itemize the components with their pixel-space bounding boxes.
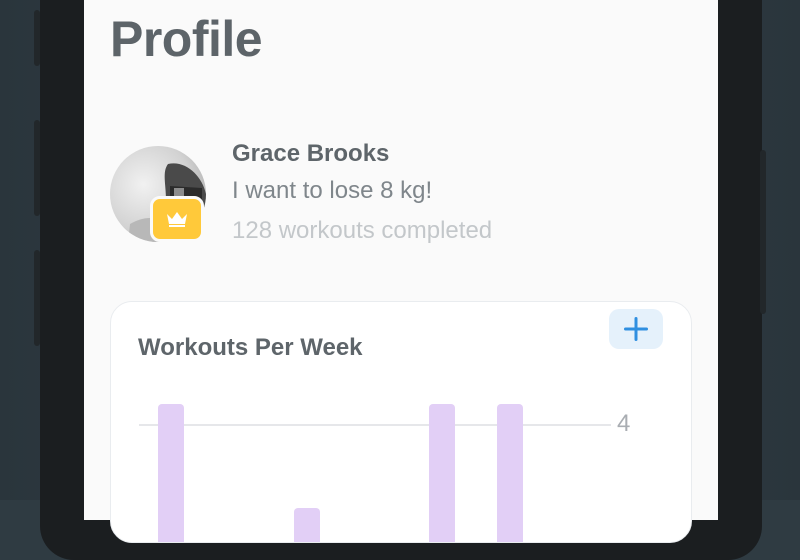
chart-gridline bbox=[139, 424, 611, 426]
profile-screen: Profile Grace Brooks I want to lose 8 kg… bbox=[84, 0, 718, 543]
crown-icon bbox=[167, 212, 187, 227]
phone-volume-up-button bbox=[34, 120, 40, 216]
phone-power-button bbox=[760, 150, 766, 314]
profile-name: Grace Brooks bbox=[232, 140, 390, 167]
profile-goal: I want to lose 8 kg! bbox=[232, 177, 433, 204]
workouts-per-week-card: Workouts Per Week 4 bbox=[110, 301, 692, 543]
premium-badge bbox=[150, 196, 204, 242]
phone-side-button bbox=[34, 10, 40, 66]
card-title: Workouts Per Week bbox=[138, 334, 363, 361]
workouts-completed: 128 workouts completed bbox=[232, 217, 493, 244]
chart-bar bbox=[429, 404, 455, 542]
plus-icon bbox=[624, 317, 648, 341]
chart-bar bbox=[158, 404, 184, 542]
chart-bar bbox=[497, 404, 523, 542]
chart-y-tick-label: 4 bbox=[617, 410, 631, 437]
phone-volume-down-button bbox=[34, 250, 40, 346]
add-workout-button[interactable] bbox=[609, 309, 663, 349]
page-title: Profile bbox=[110, 11, 263, 67]
chart-bar bbox=[294, 507, 320, 542]
